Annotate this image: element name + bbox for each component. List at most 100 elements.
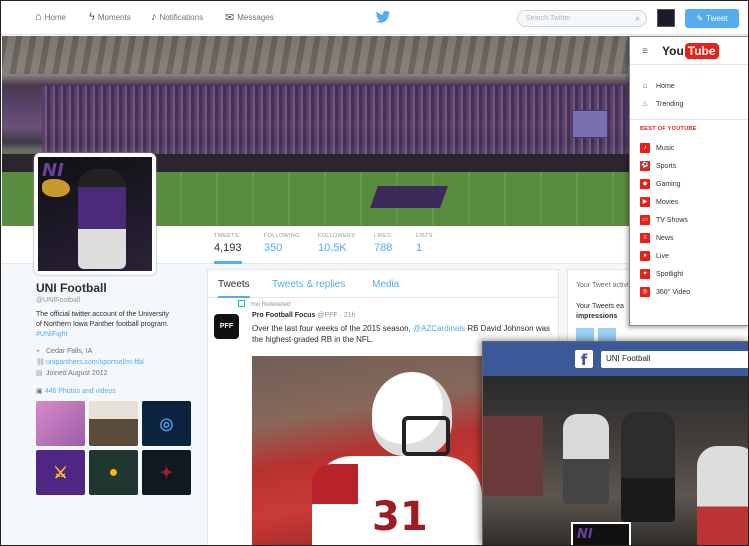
- cover-player: [563, 414, 609, 504]
- tv-icon: ▭: [640, 215, 650, 225]
- photo-thumbnail-titans[interactable]: ◎: [142, 401, 191, 446]
- youtube-header: ≡ You Tube: [630, 37, 748, 65]
- yt-item-live[interactable]: ● Live: [640, 251, 669, 261]
- flame-icon: ♨: [641, 99, 649, 108]
- tab-media[interactable]: Media: [372, 279, 399, 290]
- nav-messages[interactable]: ✉ Messages: [225, 11, 274, 24]
- facebook-search-input[interactable]: UNI Football: [601, 351, 748, 368]
- stat-lists[interactable]: LISTS 1: [416, 233, 433, 254]
- facebook-logo-icon[interactable]: f: [575, 350, 593, 369]
- yt-section-title: BEST OF YOUTUBE: [640, 126, 697, 132]
- profile-meta: ⌖ Cedar Falls, IA ⛓unipanthers.com/sports…: [36, 346, 196, 379]
- yt-item-music[interactable]: ♪ Music: [640, 143, 674, 153]
- search-icon[interactable]: ⌕: [635, 13, 640, 24]
- bell-icon: ♪: [151, 11, 157, 23]
- cover-figure: [483, 416, 543, 496]
- spotlight-icon: ✦: [640, 269, 650, 279]
- nav-home[interactable]: ⌂ Home: [35, 11, 66, 23]
- home-icon: ⌂: [35, 11, 42, 23]
- photo-thumbnail-packers[interactable]: ●: [89, 450, 138, 495]
- nav-moments[interactable]: ϟ Moments: [89, 11, 131, 23]
- photos-and-videos-link[interactable]: ▣ 446 Photos and videos: [36, 387, 196, 395]
- tweet-author-avatar[interactable]: PFF: [214, 314, 239, 339]
- tweet-mention[interactable]: @AZCardinals: [413, 324, 465, 333]
- profile-joined: Joined August 2012: [46, 370, 108, 377]
- cover-coach: [621, 412, 675, 522]
- 360-icon: ◎: [640, 287, 650, 297]
- photo-thumbnail-falcons[interactable]: ✦: [142, 450, 191, 495]
- photo-thumbnail[interactable]: [89, 401, 138, 446]
- facebook-cover-photo[interactable]: [483, 376, 748, 545]
- lightning-icon: ϟ: [89, 11, 95, 23]
- sports-icon: ⚽: [640, 161, 650, 171]
- yt-item-spotlight[interactable]: ✦ Spotlight: [640, 269, 683, 279]
- yt-item-news[interactable]: ≡ News: [640, 233, 674, 243]
- uni-logo-text: NI: [42, 160, 64, 181]
- widget-text: Your Tweets ea impressions: [576, 303, 624, 320]
- yt-item-gaming[interactable]: ◆ Gaming: [640, 179, 681, 189]
- camera-icon: ▣: [36, 388, 43, 395]
- twitter-bird-icon[interactable]: [375, 9, 391, 25]
- field-logo: [369, 186, 449, 208]
- yt-item-360-video[interactable]: ◎ 360° Video: [640, 287, 690, 297]
- profile-handle[interactable]: @UNIFootball: [36, 297, 196, 304]
- profile-picture[interactable]: NI: [34, 153, 156, 275]
- tweet-author-handle[interactable]: @PFF · 21h: [317, 312, 355, 319]
- timeline-tabs: Tweets Tweets & replies Media: [208, 270, 558, 298]
- twitter-search-input[interactable]: Search Twitter ⌕: [517, 10, 647, 27]
- yt-item-tv-shows[interactable]: ▭ TV Shows: [640, 215, 688, 225]
- cover-player: [697, 446, 748, 545]
- helmet-facemask: [402, 416, 450, 456]
- music-icon: ♪: [640, 143, 650, 153]
- player-sleeve: [312, 464, 358, 504]
- photo-grid: ◎ ⚔ ● ✦: [36, 401, 196, 495]
- profile-bio: The official twitter account of the Univ…: [36, 311, 169, 338]
- news-icon: ≡: [640, 233, 650, 243]
- calendar-icon: ▤: [36, 370, 43, 377]
- panther-logo: [42, 179, 70, 197]
- divider: [630, 119, 748, 120]
- youtube-sidebar-panel: ≡ You Tube ⌂ Home ♨ Trending BEST OF YOUT…: [629, 36, 748, 326]
- home-icon: ⌂: [642, 81, 648, 90]
- hamburger-menu-icon[interactable]: ≡: [642, 46, 648, 57]
- yt-item-sports[interactable]: ⚽ Sports: [640, 161, 676, 171]
- football-player: [78, 169, 126, 269]
- yt-nav-trending[interactable]: ♨ Trending: [640, 99, 683, 109]
- stat-following[interactable]: FOLLOWING 350: [264, 233, 300, 254]
- youtube-logo[interactable]: You Tube: [662, 43, 719, 59]
- profile-website[interactable]: unipanthers.com/sportsel/m-ftbl: [46, 359, 144, 366]
- envelope-icon: ✉: [225, 12, 235, 24]
- bio-hashtag[interactable]: #UNIFight: [36, 331, 68, 338]
- profile-name[interactable]: UNI Football: [36, 281, 196, 295]
- vikings-logo-icon: ⚔: [53, 464, 68, 482]
- packers-logo-icon: ●: [108, 463, 119, 481]
- stat-followers[interactable]: FOLLOWERS 10.5K: [318, 233, 355, 254]
- movies-icon: ▶: [640, 197, 650, 207]
- screenshot-collage: ⌂ Home ϟ Moments ♪ Notifications ✉ Messa…: [0, 0, 749, 546]
- location-icon: ⌖: [36, 348, 40, 355]
- jersey-number: 31: [372, 494, 428, 540]
- widget-title: Your Tweet activity: [576, 282, 634, 289]
- widget-mini-chart: [576, 328, 616, 342]
- account-avatar[interactable]: [657, 9, 675, 27]
- twitter-top-nav: ⌂ Home ϟ Moments ♪ Notifications ✉ Messa…: [1, 1, 748, 35]
- stadium-scoreboard: [572, 110, 608, 138]
- gaming-icon: ◆: [640, 179, 650, 189]
- titans-logo-icon: ◎: [159, 415, 174, 433]
- yt-item-movies[interactable]: ▶ Movies: [640, 197, 678, 207]
- stat-tweets[interactable]: TWEETS 4,193: [214, 233, 242, 264]
- profile-location: Cedar Falls, IA: [46, 348, 93, 355]
- nav-notifications[interactable]: ♪ Notifications: [151, 11, 203, 23]
- tab-tweets-replies[interactable]: Tweets & replies: [272, 279, 345, 290]
- tab-tweets[interactable]: Tweets: [218, 279, 250, 298]
- photo-thumbnail[interactable]: [36, 401, 85, 446]
- falcons-logo-icon: ✦: [159, 464, 174, 482]
- tweet-button[interactable]: ✎ Tweet: [685, 9, 739, 28]
- yt-nav-home[interactable]: ⌂ Home: [640, 81, 675, 91]
- tweet-author-name[interactable]: Pro Football Focus: [252, 312, 315, 319]
- tweet-photo[interactable]: 31: [252, 356, 482, 545]
- facebook-profile-picture[interactable]: NI: [571, 522, 631, 545]
- stat-likes[interactable]: LIKES 788: [374, 233, 392, 254]
- photo-thumbnail-vikings[interactable]: ⚔: [36, 450, 85, 495]
- profile-info: UNI Football @UNIFootball The official t…: [36, 281, 196, 495]
